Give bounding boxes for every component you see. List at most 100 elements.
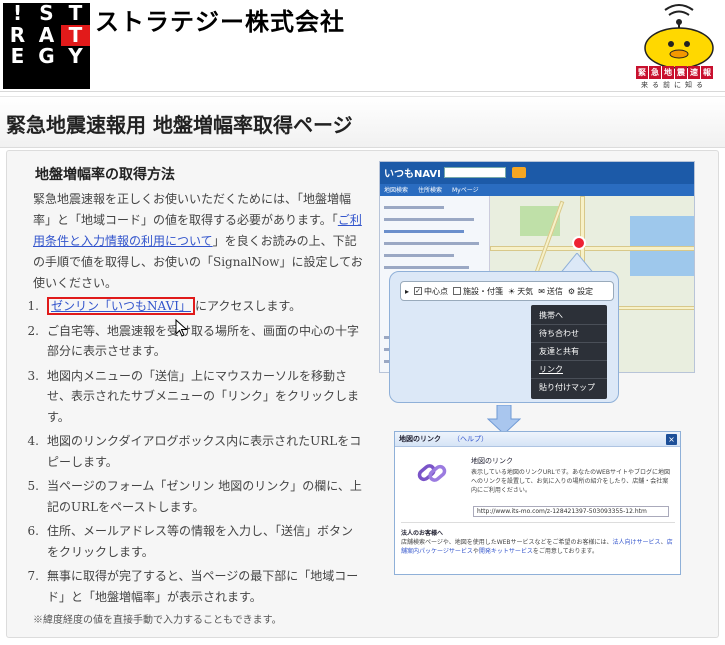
map-link-dialog: 地図のリンク （ヘルプ） × 地図のリンク 表示している地図のリンクURLです。… — [394, 431, 681, 575]
strategy-logo[interactable]: ! S T R A T E G Y — [3, 3, 90, 89]
map-link-url-field: http://www.its-mo.com/z-128421397-503093… — [473, 506, 669, 517]
dialog-help-link: （ヘルプ） — [453, 435, 488, 443]
badge-character: 震 — [675, 66, 687, 79]
map-tab: Myページ — [452, 187, 479, 194]
logo-letter: G — [38, 44, 55, 68]
badge-character: 緊 — [636, 66, 648, 79]
badge-character: 報 — [701, 66, 713, 79]
toolbar-facility: 施設・付箋 — [453, 286, 503, 297]
send-submenu: 携帯へ 待ち合わせ 友達と共有 リンク 貼り付けマップ — [531, 305, 607, 399]
step-number: 5. — [27, 479, 39, 493]
step-text: 無事に取得が完了すると、当ページの最下部に「地域コード」と「地盤増幅率」が表示さ… — [47, 569, 359, 604]
logo-letter: S — [39, 1, 54, 25]
step-item: 2. ご自宅等、地震速報を受け取る場所を、画面の中心の十字部分に表示させます。 — [23, 321, 363, 362]
map-search-input — [444, 167, 506, 178]
step-item: 5. 当ページのフォーム「ゼンリン 地図のリンク」の欄に、上記のURLをペーストし… — [23, 476, 363, 517]
site-header: ! S T R A T E G Y ストラテジー株式会社 緊急地震速報 来る前に知る — [0, 0, 725, 92]
dialog-foot-text: をご用意しております。 — [532, 548, 598, 555]
badge-character: 速 — [688, 66, 700, 79]
dialog-subtitle: 地図のリンク — [471, 457, 513, 465]
logo-letter: T — [61, 24, 90, 46]
step-number: 1. — [27, 299, 39, 313]
step-number: 6. — [27, 524, 39, 538]
step-item: 4. 地図のリンクダイアログボックス内に表示されたURLをコピーします。 — [23, 431, 363, 472]
send-icon: ✉ — [538, 286, 545, 296]
dialog-title: 地図のリンク — [399, 435, 441, 443]
instruction-screenshot: いつもNAVI 地図検索 住所検索 Myページ ▸ ✓ 中心点 施設・付箋 ☀ … — [379, 161, 699, 636]
logo-letter: A — [38, 22, 55, 47]
manual-input-note: ※緯度経度の値を直接手動で入力することもできます。 — [33, 615, 282, 626]
mascot-badge: 緊急地震速報 — [636, 66, 722, 79]
toolbar-weather: ☀ 天気 — [508, 286, 533, 297]
submenu-item: 友達と共有 — [531, 343, 607, 361]
dialog-corporate-heading: 法人のお客様へ — [401, 530, 444, 537]
dialog-header: 地図のリンク （ヘルプ） × — [395, 432, 680, 447]
map-header: いつもNAVI — [380, 162, 694, 184]
map-tab: 住所検索 — [418, 187, 443, 194]
toolbar-center: ✓ 中心点 — [414, 286, 448, 297]
step-text: にアクセスします。 — [194, 299, 302, 313]
step-number: 2. — [27, 323, 39, 338]
content-panel: 地盤増幅率の取得方法 緊急地震速報を正しくお使いいただくためには、「地盤増幅率」… — [6, 150, 719, 638]
submenu-item: 待ち合わせ — [531, 325, 607, 343]
step-item: 6. 住所、メールアドレス等の情報を入力し、「送信」ボタンをクリックします。 — [23, 521, 363, 562]
map-toolbar: ▸ ✓ 中心点 施設・付箋 ☀ 天気 ✉ 送信 ⚙ 設定 — [400, 281, 614, 301]
steps-list: 1. ゼンリン「いつもNAVI」 にアクセスします。 2. ご自宅等、地震速報を受け取… — [23, 296, 363, 611]
logo-letter: E — [10, 44, 25, 68]
step-number: 7. — [27, 569, 39, 583]
submenu-item: 貼り付けマップ — [539, 383, 595, 392]
gear-icon: ⚙ — [567, 286, 576, 296]
step-text: 地図のリンクダイアログボックス内に表示されたURLをコピーします。 — [47, 434, 362, 469]
map-tab: 地図検索 — [384, 187, 409, 194]
map-brand: いつもNAVI — [384, 169, 441, 180]
chain-link-icon — [417, 464, 447, 482]
step-text: 地図内メニューの「送信」上にマウスカーソルを移動させ、表示されたサブメニューの「… — [47, 368, 360, 424]
logo-letter: ! — [12, 1, 23, 25]
step-text: 当ページのフォーム「ゼンリン 地図のリンク」の欄に、上記のURLをペーストします… — [47, 479, 362, 514]
logo-letter — [3, 68, 32, 90]
dialog-foot-link: 法人向けサービス — [612, 539, 661, 546]
dialog-corporate-text: 店舗検索ページや、地図を使用したWEBサービスなどをご希望のお客様には、法人向け… — [401, 538, 677, 556]
logo-letter: Y — [68, 44, 83, 68]
checkbox-icon — [453, 287, 462, 295]
toolbar-send: ✉ 送信 — [538, 286, 563, 297]
mouse-cursor-icon — [175, 319, 188, 337]
logo-letter: T — [68, 1, 83, 25]
sun-icon: ☀ — [508, 286, 516, 296]
page-title: 緊急地震速報用 地盤増幅率取得ページ — [6, 113, 353, 137]
dialog-foot-link: 開発キットサービス — [478, 548, 533, 555]
logo-letter: R — [9, 22, 26, 47]
toolbar-settings-label: 設定 — [577, 286, 594, 296]
section-heading: 地盤増幅率の取得方法 — [35, 167, 175, 183]
step-item: 1. ゼンリン「いつもNAVI」 にアクセスします。 — [23, 296, 363, 317]
dialog-divider — [401, 522, 675, 523]
intro-text-before: 緊急地震速報を正しくお使いいただくためには、「地盤増幅率」と「地域コード」の値を… — [33, 192, 352, 227]
map-tabs: 地図検索 住所検索 Myページ — [380, 184, 694, 196]
intro-paragraph: 緊急地震速報を正しくお使いいただくためには、「地盤増幅率」と「地域コード」の値を… — [33, 189, 363, 294]
itsumo-navi-link[interactable]: ゼンリン「いつもNAVI」 — [47, 297, 195, 315]
step-item: 7. 無事に取得が完了すると、当ページの最下部に「地域コード」と「地盤増幅率」が表… — [23, 566, 363, 607]
step-text: 住所、メールアドレス等の情報を入力し、「送信」ボタンをクリックします。 — [47, 524, 354, 559]
mascot-tagline: 来る前に知る — [641, 81, 707, 89]
step-number: 3. — [27, 368, 39, 383]
submenu-item: 携帯へ — [531, 307, 607, 325]
logo-letter — [32, 68, 61, 90]
dialog-foot-text: 店舗検索ページや、地図を使用したWEBサービスなどをご希望のお客様には、 — [401, 539, 613, 546]
toolbar-send-label: 送信 — [546, 286, 563, 296]
badge-character: 地 — [662, 66, 674, 79]
page-title-bar: 緊急地震速報用 地盤増幅率取得ページ — [0, 96, 725, 148]
toolbar-expand-icon: ▸ — [405, 286, 410, 296]
toolbar-facility-label: 施設・付箋 — [463, 286, 504, 296]
company-name: ストラテジー株式会社 — [95, 8, 345, 36]
toolbar-settings: ⚙ 設定 — [568, 286, 593, 297]
toolbar-center-label: 中心点 — [424, 286, 449, 296]
submenu-item-link: リンク — [531, 361, 607, 379]
toolbar-weather-label: 天気 — [517, 286, 534, 296]
logo-letter — [61, 68, 90, 90]
close-icon: × — [666, 434, 677, 445]
map-menu-popup: ▸ ✓ 中心点 施設・付箋 ☀ 天気 ✉ 送信 ⚙ 設定 携帯へ 待ち合わせ 友達と共有… — [389, 271, 619, 403]
step-number: 4. — [27, 434, 39, 448]
map-search-button — [512, 167, 526, 178]
step-text: ご自宅等、地震速報を受け取る場所を、画面の中心の十字部分に表示させます。 — [47, 323, 360, 359]
checkbox-checked-icon: ✓ — [414, 287, 423, 295]
